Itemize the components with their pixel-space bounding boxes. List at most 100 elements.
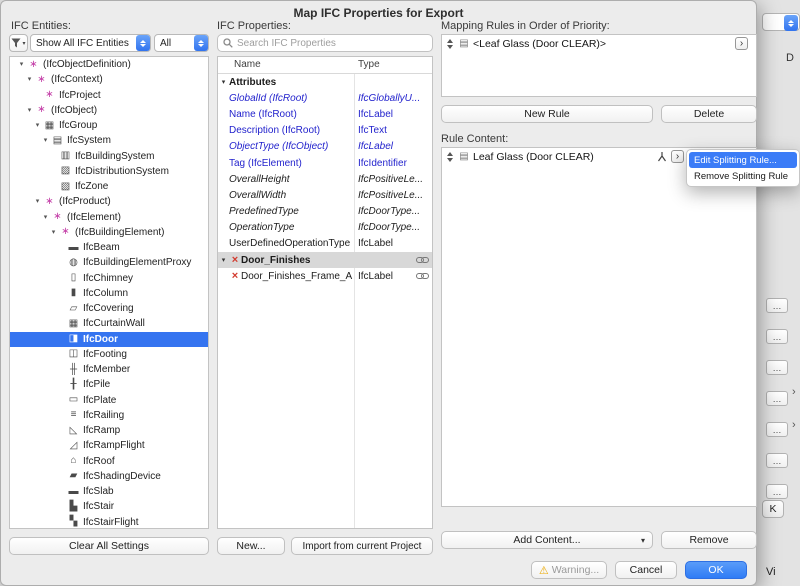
tree-item[interactable]: ▾ ∗ (IfcObject) — [10, 103, 208, 118]
filter-button[interactable]: ▾ — [9, 34, 28, 52]
disclosure-caret[interactable]: ▾ — [24, 107, 35, 114]
mapping-rule-row[interactable]: ▤ <Leaf Glass (Door CLEAR)> › — [442, 35, 756, 52]
tree-item[interactable]: ◿ IfcRampFlight — [10, 438, 208, 453]
cancel-button[interactable]: Cancel — [615, 561, 677, 579]
background-ellipsis-button[interactable]: … — [766, 453, 788, 468]
tree-item[interactable]: ◨ IfcDoor — [10, 331, 208, 347]
tree-item-label: IfcDistributionSystem — [75, 165, 169, 177]
stepper-icon — [194, 35, 208, 51]
background-ellipsis-button[interactable]: … — [766, 298, 788, 313]
entity-filter-dropdown[interactable]: Show All IFC Entities — [30, 34, 151, 52]
delete-rule-button[interactable]: Delete — [661, 105, 757, 123]
property-row[interactable]: × Door_Finishes_Frame_A IfcLabel — [218, 268, 432, 284]
tree-item[interactable]: ▨ IfcDistributionSystem — [10, 164, 208, 179]
property-row[interactable]: ▾ × Attributes — [218, 74, 432, 90]
background-dropdown[interactable] — [762, 13, 800, 31]
search-input[interactable] — [237, 37, 427, 49]
tree-item[interactable]: ≡ IfcRailing — [10, 408, 208, 423]
entity-scope-dropdown[interactable]: All — [154, 34, 209, 52]
property-row[interactable]: × Description (IfcRoot) IfcText — [218, 123, 432, 139]
new-rule-button[interactable]: New Rule — [441, 105, 653, 123]
property-row[interactable]: × UserDefinedOperationType IfcLabel — [218, 236, 432, 252]
tree-item[interactable]: ▥ IfcBuildingSystem — [10, 149, 208, 164]
property-row[interactable]: × OperationType IfcDoorType... — [218, 220, 432, 236]
tree-item[interactable]: ▭ IfcPlate — [10, 393, 208, 408]
tree-item[interactable]: ▦ IfcCurtainWall — [10, 316, 208, 331]
disclosure-caret[interactable]: ▾ — [24, 76, 35, 83]
property-type: IfcPositiveLe... — [358, 173, 424, 185]
tree-item[interactable]: ∗ IfcProject — [10, 88, 208, 103]
delete-x-icon[interactable]: × — [229, 254, 241, 266]
tree-item[interactable]: ▱ IfcCovering — [10, 301, 208, 316]
tree-item[interactable]: ▧ IfcZone — [10, 179, 208, 194]
disclosure-caret[interactable]: ▾ — [32, 122, 43, 129]
disclosure-caret[interactable]: ▾ — [16, 61, 27, 68]
delete-x-icon[interactable]: × — [229, 270, 241, 282]
tree-item-label: IfcPile — [83, 379, 111, 391]
disclosure-caret[interactable]: ▾ — [218, 257, 229, 264]
tree-item[interactable]: ▾ ∗ (IfcObjectDefinition) — [10, 57, 208, 72]
tree-item[interactable]: ◍ IfcBuildingElementProxy — [10, 255, 208, 270]
tree-item[interactable]: ▾ ▤ IfcSystem — [10, 133, 208, 148]
disclosure-caret[interactable]: ▾ — [218, 79, 229, 86]
tree-item[interactable]: ▾ ∗ (IfcContext) — [10, 72, 208, 87]
tree-item[interactable]: ▚ IfcStairFlight — [10, 515, 208, 529]
tree-item[interactable]: ▮ IfcColumn — [10, 286, 208, 301]
import-from-project-button[interactable]: Import from current Project — [291, 537, 433, 555]
tree-item[interactable]: ▾ ∗ (IfcBuildingElement) — [10, 225, 208, 240]
expand-chevron-button[interactable]: › — [671, 150, 684, 163]
add-content-dropdown[interactable]: Add Content... ▾ — [441, 531, 653, 549]
warning-button[interactable]: ⚠ Warning... — [531, 561, 607, 579]
tree-item[interactable]: ⌂ IfcRoof — [10, 454, 208, 469]
property-row[interactable]: × OverallWidth IfcPositiveLe... — [218, 187, 432, 203]
tree-item[interactable]: ▾ ▦ IfcGroup — [10, 118, 208, 133]
disclosure-caret[interactable]: ▾ — [48, 229, 59, 236]
background-chevron-icon[interactable]: › — [792, 419, 796, 431]
property-row[interactable]: × PredefinedType IfcDoorType... — [218, 204, 432, 220]
reorder-stepper-icon[interactable] — [446, 38, 454, 49]
tree-item[interactable]: ╫ IfcMember — [10, 362, 208, 377]
background-chevron-icon[interactable]: › — [792, 386, 796, 398]
property-row[interactable]: × Tag (IfcElement) IfcIdentifier — [218, 155, 432, 171]
tree-item[interactable]: ▙ IfcStair — [10, 499, 208, 514]
tree-item[interactable]: ▾ ∗ (IfcProduct) — [10, 194, 208, 209]
property-row[interactable]: × ObjectType (IfcObject) IfcLabel — [218, 139, 432, 155]
tree-item[interactable]: ╂ IfcPile — [10, 377, 208, 392]
disclosure-caret[interactable]: ▾ — [40, 214, 51, 221]
reorder-stepper-icon[interactable] — [446, 151, 454, 162]
property-name: Door_Finishes — [241, 254, 311, 266]
tree-item[interactable]: ▾ ∗ (IfcElement) — [10, 210, 208, 225]
context-menu-item[interactable]: Edit Splitting Rule... — [689, 152, 797, 168]
remove-content-button[interactable]: Remove — [661, 531, 757, 549]
background-ellipsis-button[interactable]: … — [766, 484, 788, 499]
background-ellipsis-button[interactable]: … — [766, 422, 788, 437]
tree-item[interactable]: ▬ IfcSlab — [10, 484, 208, 499]
background-ok-button-partial[interactable]: K — [762, 500, 784, 518]
ok-button[interactable]: OK — [685, 561, 747, 579]
property-row[interactable]: × GlobalId (IfcRoot) IfcGloballyU... — [218, 90, 432, 106]
property-row[interactable]: × OverallHeight IfcPositiveLe... — [218, 171, 432, 187]
splitting-rule-icon[interactable] — [656, 151, 668, 163]
tree-item-label: IfcCurtainWall — [83, 318, 145, 330]
background-ellipsis-button[interactable]: … — [766, 360, 788, 375]
property-row[interactable]: ▾ × Door_Finishes — [218, 252, 432, 269]
tree-item[interactable]: ▯ IfcChimney — [10, 271, 208, 286]
tree-item[interactable]: ▰ IfcShadingDevice — [10, 469, 208, 484]
property-name: UserDefinedOperationType — [229, 238, 351, 250]
rule-content-list: ▤ Leaf Glass (Door CLEAR) › — [441, 147, 757, 507]
clear-all-settings-button[interactable]: Clear All Settings — [9, 537, 209, 555]
tree-item[interactable]: ◺ IfcRamp — [10, 423, 208, 438]
property-row[interactable]: × Name (IfcRoot) IfcLabel — [218, 106, 432, 122]
disclosure-caret[interactable]: ▾ — [40, 137, 51, 144]
new-property-button[interactable]: New... — [217, 537, 285, 555]
tree-item[interactable]: ◫ IfcFooting — [10, 347, 208, 362]
mapping-rules-list: ▤ <Leaf Glass (Door CLEAR)> › — [441, 34, 757, 97]
expand-chevron-button[interactable]: › — [735, 37, 748, 50]
tree-item-icon: ▥ — [60, 150, 71, 162]
tree-item[interactable]: ▬ IfcBeam — [10, 240, 208, 255]
context-menu-item[interactable]: Remove Splitting Rule — [689, 168, 797, 184]
background-ellipsis-button[interactable]: … — [766, 329, 788, 344]
disclosure-caret[interactable]: ▾ — [32, 198, 43, 205]
background-ellipsis-button[interactable]: … — [766, 391, 788, 406]
property-type: IfcGloballyU... — [358, 92, 421, 104]
